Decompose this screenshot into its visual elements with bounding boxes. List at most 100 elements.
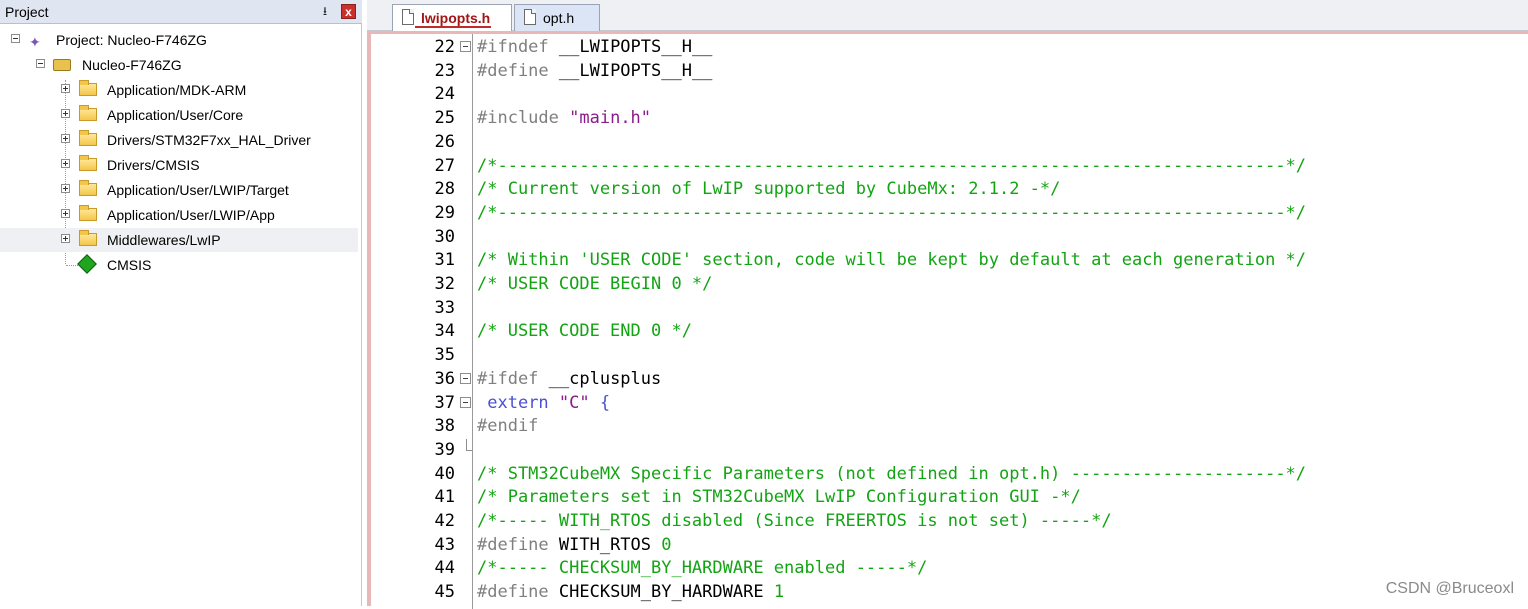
code-line[interactable]: 43 #define WITH_RTOS 0 xyxy=(371,534,1528,558)
code-token: /* Parameters set in STM32CubeMX LwIP Co… xyxy=(477,487,1081,508)
tree-item-label: Application/User/Core xyxy=(107,107,244,123)
code-line[interactable]: 45 #define CHECKSUM_BY_HARDWARE 1 xyxy=(371,581,1528,605)
code-line[interactable]: 24 xyxy=(371,83,1528,107)
expand-icon[interactable] xyxy=(61,134,70,143)
code-line[interactable]: 30 xyxy=(371,226,1528,250)
project-panel: Project ⭳ x ✦ Project: Nucleo-F746ZG Nuc… xyxy=(0,0,362,606)
tab-label: opt.h xyxy=(543,10,575,26)
tree-item-group[interactable]: Application/User/LWIP/App xyxy=(0,203,358,227)
line-number: 44 xyxy=(434,558,455,579)
tree-item-group[interactable]: Application/User/LWIP/Target xyxy=(0,178,358,202)
code-token: #define xyxy=(477,582,549,603)
expand-icon[interactable] xyxy=(61,184,70,193)
folder-icon xyxy=(79,155,97,171)
code-line[interactable]: 27 /*------------------------------------… xyxy=(371,155,1528,179)
code-editor[interactable]: 22 #ifndef __LWIPOPTS__H__ 23 #define __LWI… xyxy=(367,31,1528,609)
code-token: /*----- CHECKSUM_BY_HARDWARE enabled ---… xyxy=(477,558,928,579)
code-token: #include xyxy=(477,108,559,129)
code-text: /*--------------------------------------… xyxy=(477,202,1306,226)
tree-item-group[interactable]: Drivers/STM32F7xx_HAL_Driver xyxy=(0,128,358,152)
line-number: 32 xyxy=(434,274,455,294)
collapse-icon[interactable] xyxy=(36,59,45,68)
code-text: #ifndef __LWIPOPTS__H__ xyxy=(477,36,712,60)
code-token: { xyxy=(599,392,611,413)
code-token: /*--------------------------------------… xyxy=(477,202,1307,223)
code-line[interactable]: 34 /* USER CODE END 0 */ xyxy=(371,320,1528,344)
code-line[interactable]: 32 /* USER CODE BEGIN 0 */ xyxy=(371,273,1528,297)
code-line[interactable]: 35 xyxy=(371,344,1528,368)
expand-icon[interactable] xyxy=(61,234,70,243)
code-line[interactable]: 28 /* Current version of LwIP supported b… xyxy=(371,178,1528,202)
line-number: 33 xyxy=(434,297,455,318)
fold-collapse-icon[interactable] xyxy=(460,41,471,52)
code-line[interactable]: 44 /*----- CHECKSUM_BY_HARDWARE enabled -… xyxy=(371,557,1528,581)
code-line[interactable]: 37 extern "C" { xyxy=(371,392,1528,416)
code-text: #include "main.h" xyxy=(477,107,651,131)
expand-icon[interactable] xyxy=(61,84,70,93)
line-number: 27 xyxy=(434,155,455,176)
line-number: 22 xyxy=(434,37,455,57)
code-line[interactable]: 42 /*----- WITH_RTOS disabled (Since FREE… xyxy=(371,510,1528,534)
code-line[interactable]: 23 #define __LWIPOPTS__H__ xyxy=(371,60,1528,84)
code-token: "main.h" xyxy=(569,108,652,129)
line-number: 25 xyxy=(434,108,455,129)
tree-item-group[interactable]: Application/User/Core xyxy=(0,103,358,127)
tab-lwipopts[interactable]: lwipopts.h xyxy=(392,4,512,31)
code-line[interactable]: 25 #include "main.h" xyxy=(371,107,1528,131)
line-number: 39 xyxy=(434,439,455,460)
code-line[interactable]: 38 #endif xyxy=(371,415,1528,439)
tree-item-label: Application/MDK-ARM xyxy=(107,82,247,98)
line-number: 29 xyxy=(434,202,455,223)
code-line[interactable]: 22 #ifndef __LWIPOPTS__H__ xyxy=(371,36,1528,60)
code-token: WITH_RTOS xyxy=(548,534,662,555)
fold-collapse-icon[interactable] xyxy=(460,396,471,408)
code-line[interactable]: 36 #ifdef __cplusplus xyxy=(371,368,1528,392)
line-number: 31 xyxy=(434,250,455,271)
line-number: 28 xyxy=(434,179,455,200)
code-line[interactable]: 41 /* Parameters set in STM32CubeMX LwIP … xyxy=(371,486,1528,510)
tab-opt[interactable]: opt.h xyxy=(514,4,600,31)
code-token: /* USER CODE BEGIN 0 */ xyxy=(477,274,713,294)
folder-icon xyxy=(79,230,97,246)
line-number: 41 xyxy=(434,487,455,508)
code-token: #ifdef xyxy=(477,368,539,389)
close-icon[interactable]: x xyxy=(341,4,356,19)
tree-item-group[interactable]: Middlewares/LwIP xyxy=(0,228,358,252)
tree-item-component[interactable]: CMSIS xyxy=(0,253,358,277)
code-token: /* STM32CubeMX Specific Parameters (not … xyxy=(477,463,1307,484)
code-text: #define __LWIPOPTS__H__ xyxy=(477,60,712,84)
expand-icon[interactable] xyxy=(61,109,70,118)
line-number: 30 xyxy=(434,226,455,247)
code-token: 1 xyxy=(773,582,785,603)
collapse-icon[interactable] xyxy=(11,34,20,43)
folder-icon xyxy=(79,105,97,121)
tree-item-group[interactable]: Application/MDK-ARM xyxy=(0,78,358,102)
code-token: #define xyxy=(477,60,549,81)
pin-icon[interactable]: ⭳ xyxy=(317,3,333,20)
code-line[interactable]: 29 /*------------------------------------… xyxy=(371,202,1528,226)
code-text: /* Current version of LwIP supported by … xyxy=(477,178,1060,202)
target-icon xyxy=(53,59,71,71)
tree-item-target[interactable]: Nucleo-F746ZG xyxy=(0,53,358,77)
code-line[interactable]: 33 xyxy=(371,297,1528,321)
code-line[interactable]: 40 /* STM32CubeMX Specific Parameters (no… xyxy=(371,463,1528,487)
tree-item-project[interactable]: ✦ Project: Nucleo-F746ZG xyxy=(0,28,358,52)
tree-item-group[interactable]: Drivers/CMSIS xyxy=(0,153,358,177)
expand-icon[interactable] xyxy=(61,209,70,218)
expand-icon[interactable] xyxy=(61,159,70,168)
panel-title: Project xyxy=(5,4,49,20)
code-token: /* Within 'USER CODE' section, code will… xyxy=(477,250,1307,271)
code-line[interactable]: 26 xyxy=(371,131,1528,155)
code-token: #define xyxy=(477,534,549,555)
line-number: 43 xyxy=(434,534,455,555)
fold-collapse-icon[interactable] xyxy=(460,372,471,384)
code-line[interactable]: 31 /* Within 'USER CODE' section, code wi… xyxy=(371,249,1528,273)
line-number: 45 xyxy=(434,582,455,603)
line-number: 38 xyxy=(434,416,455,437)
code-line[interactable]: 39 xyxy=(371,438,1528,463)
tree-item-label: Application/User/LWIP/App xyxy=(107,207,275,223)
code-text: #ifdef __cplusplus xyxy=(477,368,661,392)
file-icon xyxy=(402,9,414,25)
